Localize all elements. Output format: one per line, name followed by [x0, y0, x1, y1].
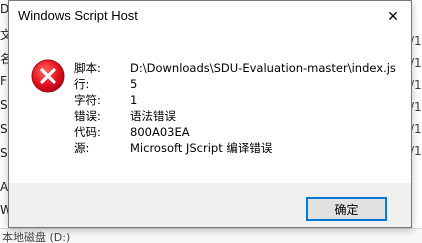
dialog-titlebar[interactable]: Windows Script Host ✕	[9, 1, 411, 32]
detail-row-code: 代码: 800A03EA	[74, 124, 396, 140]
error-details: 脚本: D:\Downloads\SDU-Evaluation-master\i…	[74, 60, 396, 156]
detail-value: Microsoft JScript 编译错误	[130, 141, 273, 155]
detail-key: 源:	[74, 141, 90, 155]
error-icon	[31, 59, 65, 93]
detail-value: 5	[130, 77, 138, 91]
detail-row-source: 源: Microsoft JScript 编译错误	[74, 140, 396, 156]
detail-value: D:\Downloads\SDU-Evaluation-master\index…	[130, 61, 396, 75]
dialog-title: Windows Script Host	[18, 8, 138, 23]
script-error-dialog: Windows Script Host ✕ 脚本: D:\Downloads\S…	[8, 0, 412, 228]
detail-value: 800A03EA	[130, 125, 190, 139]
bg-drive-label: 本地磁盘 (D:)	[2, 231, 71, 243]
detail-row-char: 字符: 1	[74, 92, 396, 108]
detail-key: 代码:	[74, 125, 101, 139]
screen: D 文 名 F S S S A W /1 /1 /1 /1 /1 /1 本地磁盘…	[0, 0, 422, 243]
detail-value: 1	[130, 93, 138, 107]
ok-button[interactable]: 确定	[306, 197, 387, 221]
background-status-strip: 本地磁盘 (D:)	[0, 228, 422, 243]
dialog-footer: 确定	[9, 183, 411, 227]
detail-key: 行:	[74, 77, 90, 91]
detail-value: 语法错误	[130, 109, 176, 123]
detail-row-script: 脚本: D:\Downloads\SDU-Evaluation-master\i…	[74, 60, 396, 76]
dialog-content: 脚本: D:\Downloads\SDU-Evaluation-master\i…	[9, 32, 411, 183]
close-button[interactable]: ✕	[375, 1, 411, 32]
detail-key: 错误:	[74, 109, 101, 123]
detail-row-line: 行: 5	[74, 76, 396, 92]
detail-key: 字符:	[74, 93, 101, 107]
close-icon: ✕	[387, 8, 399, 25]
detail-key: 脚本:	[74, 61, 101, 75]
detail-row-error: 错误: 语法错误	[74, 108, 396, 124]
